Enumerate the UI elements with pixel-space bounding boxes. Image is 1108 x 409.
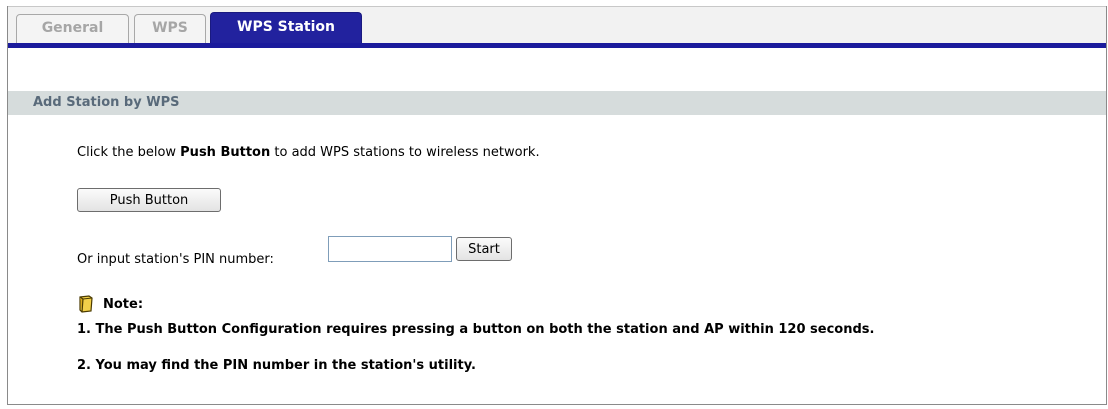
note-header: Note: — [77, 295, 143, 313]
tab-wps[interactable]: WPS — [134, 14, 206, 43]
tab-wps-station[interactable]: WPS Station — [210, 12, 362, 43]
instructions-prefix: Click the below — [77, 145, 181, 160]
instructions-bold: Push Button — [180, 145, 271, 160]
note-icon — [79, 295, 93, 313]
tab-bar: General WPS WPS Station — [8, 6, 1106, 48]
start-button[interactable]: Start — [456, 237, 512, 261]
tab-general[interactable]: General — [16, 14, 129, 43]
note-line-2: 2. You may find the PIN number in the st… — [77, 358, 476, 373]
pin-label: Or input station's PIN number: — [77, 252, 274, 267]
note-title: Note: — [103, 296, 144, 312]
push-button[interactable]: Push Button — [77, 188, 221, 212]
wps-station-panel: General WPS WPS Station Add Station by W… — [7, 6, 1107, 405]
pin-input[interactable] — [328, 236, 452, 262]
section-header: Add Station by WPS — [8, 91, 1106, 115]
push-button-instructions: Click the below Push Button to add WPS s… — [77, 145, 540, 160]
instructions-suffix: to add WPS stations to wireless network. — [270, 145, 540, 160]
note-line-1: 1. The Push Button Configuration require… — [77, 322, 875, 337]
